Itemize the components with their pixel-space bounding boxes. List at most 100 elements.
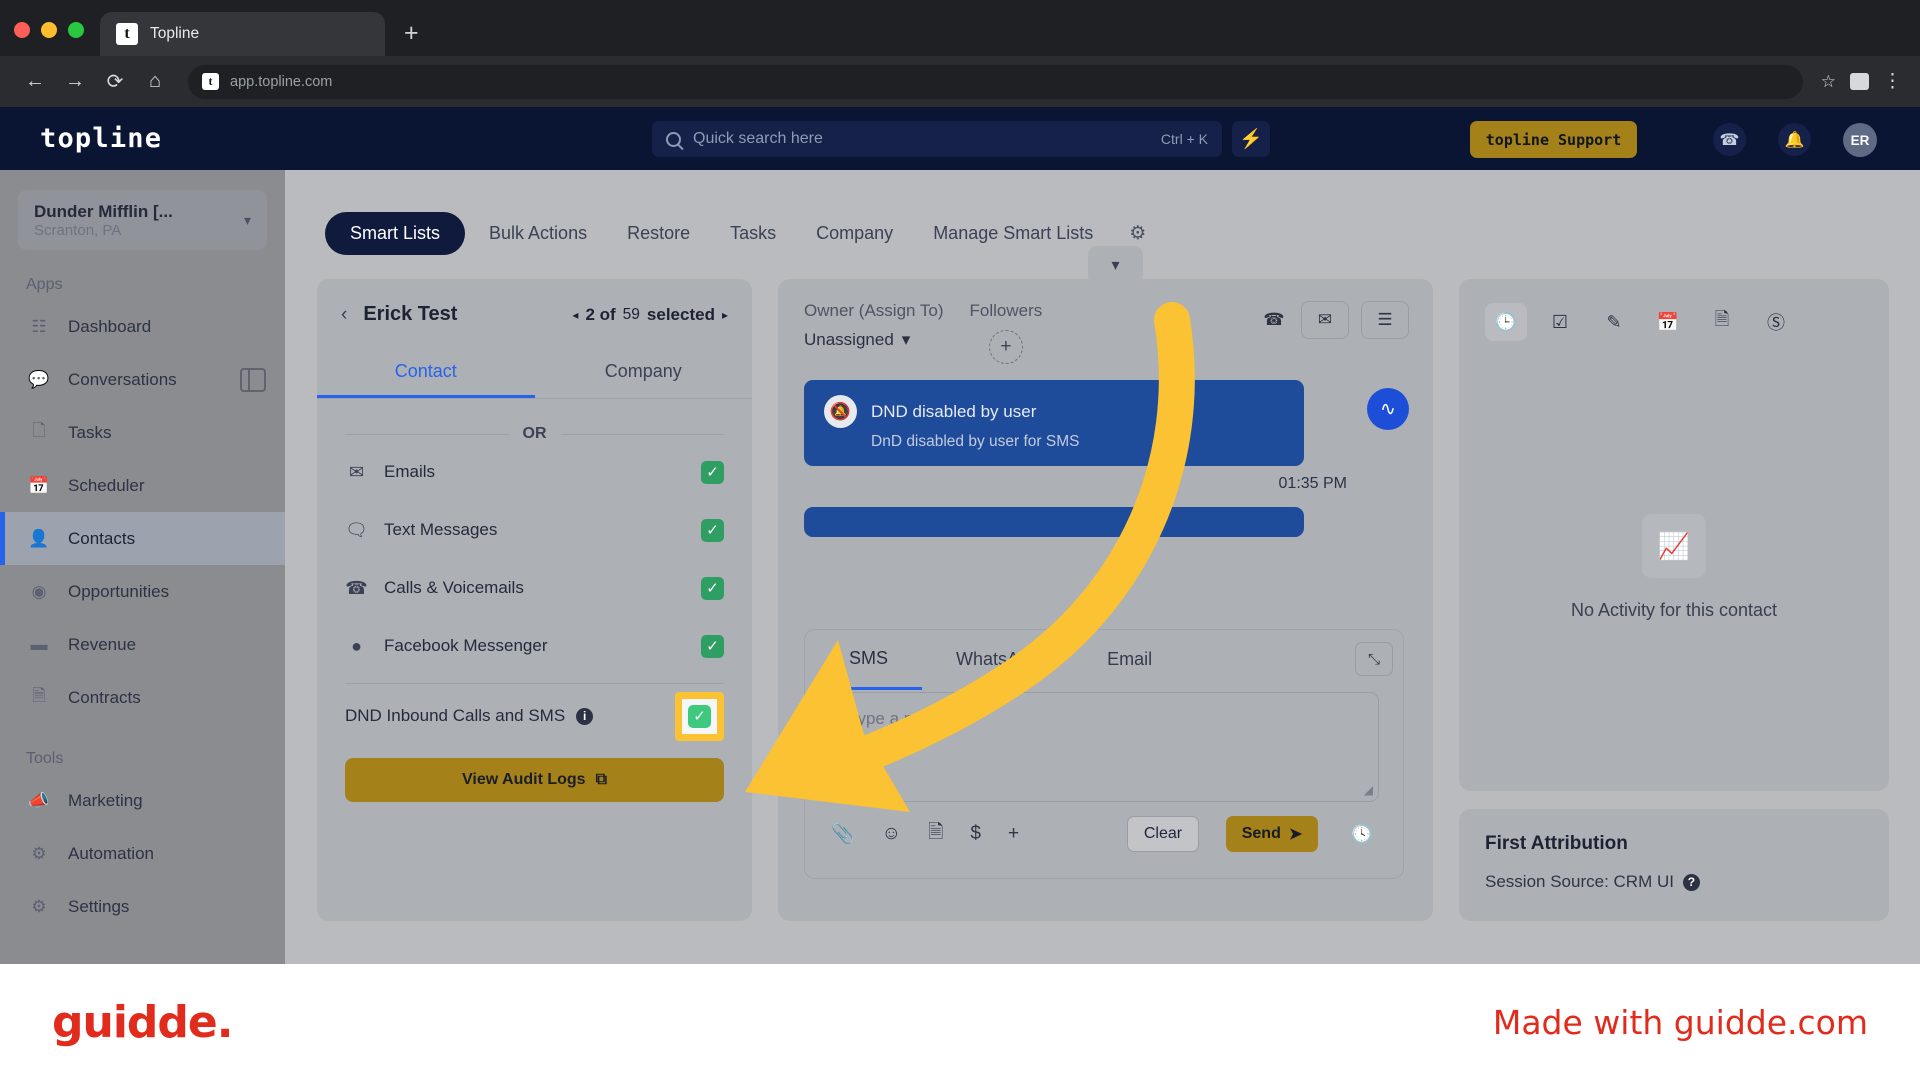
payment-icon[interactable]: Ⓢ: [1755, 303, 1797, 341]
maximize-window-button[interactable]: [68, 22, 84, 38]
gear-icon[interactable]: ⚙: [1129, 222, 1146, 245]
back-icon[interactable]: ←: [18, 65, 52, 99]
dnd-row[interactable]: DND Inbound Calls and SMS i ✓: [345, 684, 724, 748]
search-input[interactable]: Quick search here Ctrl + K: [652, 121, 1222, 157]
resize-handle[interactable]: ◢: [1364, 783, 1373, 797]
view-audit-logs-button[interactable]: View Audit Logs ⧉: [345, 758, 724, 802]
schedule-send-icon[interactable]: 🕓: [1345, 816, 1379, 852]
tab-bulk-actions[interactable]: Bulk Actions: [473, 212, 603, 255]
emoji-icon[interactable]: ☺: [882, 823, 901, 845]
next-contact-icon[interactable]: ▸: [722, 308, 728, 322]
highlight-frame: ✓: [675, 691, 724, 741]
owner-select[interactable]: Unassigned ▾: [804, 330, 944, 350]
channel-checkbox[interactable]: ✓: [701, 634, 724, 658]
channel-row-calls-voicemails[interactable]: ☎ Calls & Voicemails ✓: [345, 559, 724, 617]
task-check-icon[interactable]: ☑: [1539, 303, 1581, 341]
channel-row-text-messages[interactable]: 🗨 Text Messages ✓: [345, 501, 724, 559]
subtab-company[interactable]: Company: [535, 348, 753, 398]
subtab-contact[interactable]: Contact: [317, 348, 535, 398]
sidebar-item-automation[interactable]: ⚙ Automation: [0, 827, 285, 880]
tab-sms[interactable]: SMS: [815, 629, 923, 690]
attribution-value: Session Source: CRM UI: [1485, 872, 1674, 891]
tab-whatsapp[interactable]: WhatsApp: [922, 630, 1073, 688]
filter-icon[interactable]: ☰: [1361, 301, 1409, 339]
sidebar-item-opportunities[interactable]: ◉ Opportunities: [0, 565, 285, 618]
collapse-caret-icon[interactable]: ▾: [1088, 246, 1143, 284]
menu-icon[interactable]: ⋮: [1883, 72, 1902, 91]
chart-icon: 📈: [1642, 514, 1706, 578]
clear-button[interactable]: Clear: [1127, 816, 1199, 852]
help-icon[interactable]: ?: [1682, 873, 1700, 891]
sidebar-item-tasks[interactable]: 🗋 Tasks: [0, 406, 285, 459]
back-icon[interactable]: ‹: [341, 304, 347, 326]
message-textarea[interactable]: Type a message ◢: [829, 692, 1379, 802]
sidebar-item-revenue[interactable]: ▬ Revenue: [0, 618, 285, 671]
tab-company[interactable]: Company: [800, 212, 909, 255]
quick-actions-icon[interactable]: ⚡: [1232, 121, 1270, 157]
attachment-icon[interactable]: 📎: [831, 822, 855, 846]
location-sub: Scranton, PA: [34, 222, 122, 240]
template-icon[interactable]: 🗎: [928, 818, 943, 850]
document-icon[interactable]: 🗎: [1701, 303, 1743, 341]
tab-email[interactable]: Email: [1073, 630, 1186, 688]
minimize-window-button[interactable]: [41, 22, 57, 38]
envelope-icon[interactable]: ✉: [1301, 301, 1349, 339]
home-icon[interactable]: ⌂: [138, 65, 172, 99]
sidebar-item-marketing[interactable]: 📣 Marketing: [0, 774, 285, 827]
tab-favicon: t: [116, 23, 138, 45]
browser-tab[interactable]: t Topline: [100, 12, 385, 56]
calendar-icon[interactable]: 📅: [1647, 303, 1689, 341]
sidebar-item-settings[interactable]: ⚙ Settings: [0, 880, 285, 933]
sidebar-item-dashboard[interactable]: ☷ Dashboard: [0, 300, 285, 353]
channel-row-facebook-messenger[interactable]: ● Facebook Messenger ✓: [345, 617, 724, 675]
close-window-button[interactable]: [14, 22, 30, 38]
send-button[interactable]: Send ➤: [1226, 816, 1318, 852]
tab-smart-lists[interactable]: Smart Lists: [325, 212, 466, 255]
collapse-composer-icon[interactable]: ⤡: [1355, 642, 1393, 676]
or-divider: OR: [345, 425, 724, 443]
sidebar-section-tools: Tools: [26, 750, 64, 767]
app-window: topline Quick search here Ctrl + K ⚡ top…: [0, 107, 1920, 1076]
forward-icon[interactable]: →: [58, 65, 92, 99]
message-body: DnD disabled by user for SMS: [871, 433, 1080, 450]
add-follower-button[interactable]: +: [988, 330, 1023, 364]
owner-value: Unassigned: [804, 330, 894, 349]
address-bar[interactable]: t app.topline.com: [188, 64, 1803, 99]
empty-state: 📈 No Activity for this contact: [1459, 514, 1889, 621]
tab-manage-smart-lists[interactable]: Manage Smart Lists: [917, 212, 1109, 255]
sidebar-item-scheduler[interactable]: 📅 Scheduler: [0, 459, 285, 512]
call-icon[interactable]: ☎: [1713, 123, 1746, 156]
payment-icon[interactable]: $: [970, 823, 981, 845]
extensions-icon[interactable]: [1850, 73, 1869, 90]
gear-icon: ⚙: [31, 843, 47, 863]
new-tab-button[interactable]: +: [404, 21, 419, 46]
channel-row-emails[interactable]: ✉ Emails ✓: [345, 443, 724, 501]
info-icon[interactable]: i: [576, 707, 594, 725]
support-button[interactable]: topline Support: [1470, 121, 1637, 158]
sidebar-item-contacts[interactable]: 👤 Contacts: [0, 512, 285, 565]
channel-checkbox[interactable]: ✓: [701, 576, 724, 600]
notifications-icon[interactable]: 🔔: [1778, 123, 1811, 156]
bookmark-icon[interactable]: ☆: [1821, 72, 1836, 92]
activity-tabs: 🕒 ☑ ✎ 📅 🗎 Ⓢ: [1459, 279, 1889, 341]
note-pencil-icon[interactable]: ✎: [1593, 303, 1635, 341]
dnd-checkbox[interactable]: ✓: [688, 704, 711, 728]
avatar[interactable]: ER: [1843, 123, 1877, 157]
history-icon[interactable]: 🕒: [1485, 303, 1527, 341]
channel-checkbox[interactable]: ✓: [701, 460, 724, 484]
tab-restore[interactable]: Restore: [611, 212, 706, 255]
channel-checkbox[interactable]: ✓: [701, 518, 724, 542]
tab-tasks[interactable]: Tasks: [714, 212, 792, 255]
sidebar-item-conversations[interactable]: 💬 Conversations: [0, 353, 285, 406]
reload-icon[interactable]: ⟳: [98, 65, 132, 99]
sidebar-item-contracts[interactable]: 🗎 Contracts: [0, 671, 285, 724]
sidebar-item-label: Opportunities: [68, 581, 170, 601]
location-selector[interactable]: Dunder Mifflin [... Scranton, PA ▾: [18, 190, 267, 250]
add-icon[interactable]: +: [1008, 823, 1019, 845]
sidebar-item-label: Conversations: [68, 369, 177, 389]
prev-contact-icon[interactable]: ◂: [572, 308, 578, 322]
phone-icon[interactable]: ☎: [1259, 301, 1289, 339]
composer-tabs: SMS WhatsApp Email ⤡: [805, 629, 1403, 690]
app-header: topline Quick search here Ctrl + K ⚡ top…: [0, 107, 1920, 170]
window-controls[interactable]: [14, 22, 84, 38]
